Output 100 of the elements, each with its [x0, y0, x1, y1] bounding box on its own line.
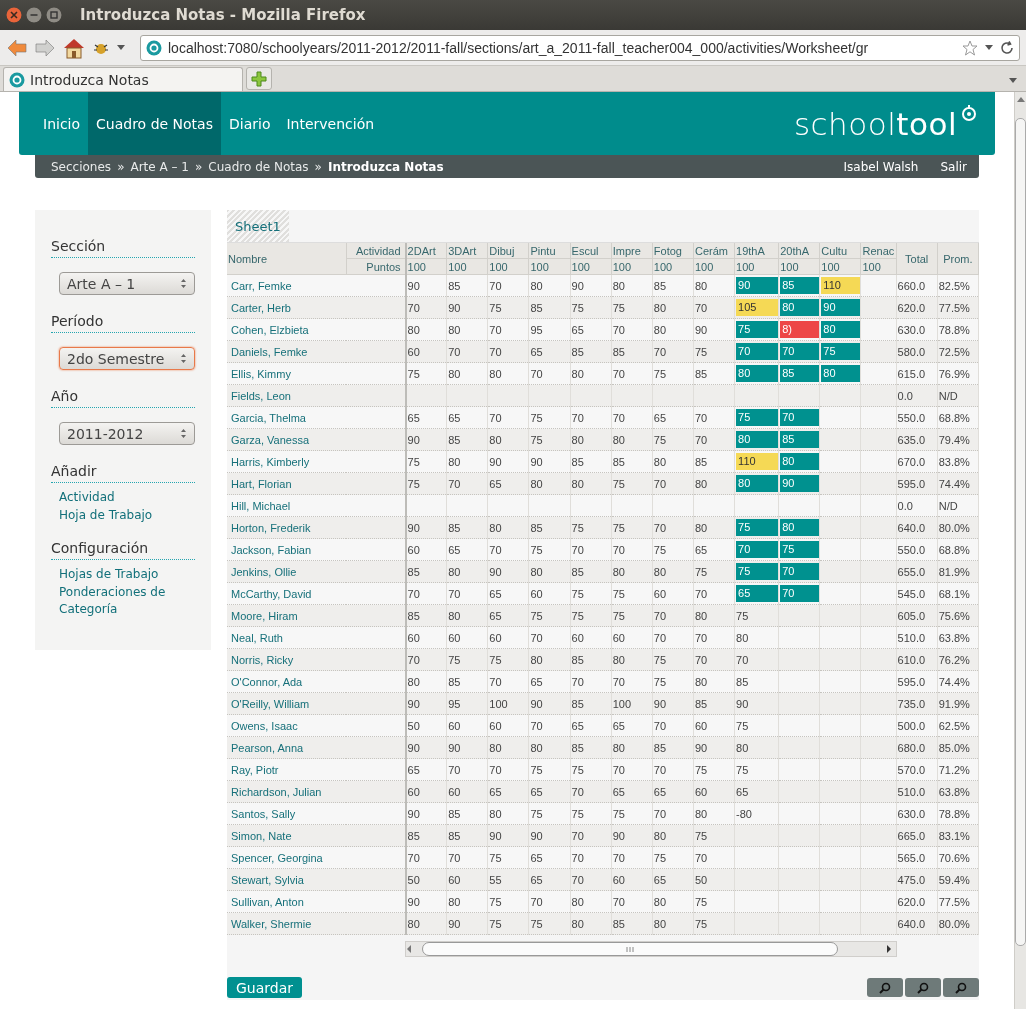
star-icon[interactable]: [962, 39, 978, 56]
grade-input[interactable]: 85: [780, 365, 821, 382]
student-name[interactable]: Cohen, Elzbieta: [227, 318, 406, 341]
student-name[interactable]: O'Reilly, William: [227, 692, 406, 715]
maximize-icon[interactable]: [46, 7, 62, 23]
student-name[interactable]: Jackson, Fabian: [227, 538, 406, 561]
grade-input[interactable]: 70: [736, 541, 780, 558]
activity-header[interactable]: Renac: [860, 243, 897, 259]
student-name[interactable]: Richardson, Julian: [227, 780, 406, 803]
left-arrow-icon[interactable]: [406, 945, 412, 953]
grade-input[interactable]: 80: [780, 299, 821, 316]
student-name[interactable]: Norris, Ricky: [227, 648, 406, 671]
activity-header[interactable]: Cerám: [693, 243, 735, 259]
grade-input[interactable]: 85: [780, 277, 821, 294]
zoom-button[interactable]: [905, 978, 941, 997]
student-name[interactable]: Garcia, Thelma: [227, 406, 406, 429]
dropdown[interactable]: Arte A – 1: [59, 272, 195, 295]
activity-header[interactable]: Cultu: [819, 243, 861, 259]
breadcrumb-link[interactable]: Secciones: [51, 159, 112, 174]
grade-input[interactable]: 75: [736, 519, 780, 536]
student-name[interactable]: Ellis, Kimmy: [227, 362, 406, 385]
activity-header[interactable]: 19thA: [734, 243, 779, 259]
vertical-scrollbar[interactable]: [1014, 92, 1026, 1009]
grade-input[interactable]: 110: [821, 277, 862, 294]
sidebar-link[interactable]: Ponderaciones de Categoría: [59, 584, 195, 618]
activity-header[interactable]: Fotog: [652, 243, 694, 259]
user-name[interactable]: Isabel Walsh: [843, 159, 919, 174]
grade-input[interactable]: 80: [780, 519, 821, 536]
grade-input[interactable]: 80: [821, 365, 862, 382]
student-name[interactable]: Hill, Michael: [227, 494, 406, 517]
grade-input[interactable]: 90: [821, 299, 862, 316]
student-name[interactable]: Harris, Kimberly: [227, 450, 406, 473]
caret-icon[interactable]: [116, 43, 126, 52]
student-name[interactable]: Pearson, Anna: [227, 736, 406, 759]
grade-input[interactable]: 70: [780, 563, 821, 580]
minimize-icon[interactable]: [26, 7, 42, 23]
student-name[interactable]: Carter, Herb: [227, 296, 406, 319]
grade-input[interactable]: 70: [780, 343, 821, 360]
activity-header[interactable]: 20thA: [778, 243, 820, 259]
grade-input[interactable]: 75: [821, 343, 862, 360]
grade-input[interactable]: 75: [780, 541, 821, 558]
dropdown[interactable]: 2do Semestre: [59, 347, 195, 370]
student-name[interactable]: Spencer, Georgina: [227, 846, 406, 869]
student-name[interactable]: Neal, Ruth: [227, 626, 406, 649]
grade-input[interactable]: 75: [736, 321, 780, 338]
student-name[interactable]: Horton, Frederik: [227, 516, 406, 539]
activity-header[interactable]: 3DArt: [446, 243, 488, 259]
student-name[interactable]: Moore, Hiram: [227, 604, 406, 627]
sheet-tab[interactable]: Sheet1: [227, 210, 289, 242]
student-name[interactable]: Stewart, Sylvia: [227, 868, 406, 891]
up-arrow-icon[interactable]: [1016, 96, 1025, 102]
save-button[interactable]: Guardar: [227, 977, 303, 998]
nav-item[interactable]: Cuadro de Notas: [88, 92, 221, 155]
student-name[interactable]: Garza, Vanessa: [227, 428, 406, 451]
activity-header[interactable]: Escul: [570, 243, 612, 259]
activity-header[interactable]: 2DArt: [405, 243, 447, 259]
caret-icon[interactable]: [984, 43, 994, 52]
grade-input[interactable]: 90: [780, 475, 821, 492]
nav-item[interactable]: Inicio: [35, 92, 89, 155]
reload-icon[interactable]: [1000, 40, 1014, 55]
grade-input[interactable]: 70: [780, 585, 821, 602]
back-arrow-icon[interactable]: [6, 37, 28, 58]
zoom-button[interactable]: [943, 978, 979, 997]
nav-item[interactable]: Intervención: [278, 92, 383, 155]
new-tab-button[interactable]: [246, 67, 272, 90]
breadcrumb-link[interactable]: Cuadro de Notas: [208, 159, 309, 174]
logout-link[interactable]: Salir: [940, 159, 967, 174]
grade-input[interactable]: 65: [736, 585, 780, 602]
grade-input[interactable]: 75: [736, 409, 780, 426]
student-name[interactable]: Jenkins, Ollie: [227, 560, 406, 583]
grade-input[interactable]: 80: [736, 475, 780, 492]
grade-input[interactable]: 110: [736, 453, 780, 470]
close-icon[interactable]: [6, 7, 22, 23]
breadcrumb-link[interactable]: Arte A – 1: [130, 159, 189, 174]
nav-item[interactable]: Diario: [221, 92, 279, 155]
sidebar-link[interactable]: Hoja de Trabajo: [59, 507, 195, 524]
dropdown[interactable]: 2011-2012: [59, 422, 195, 445]
grade-input[interactable]: 80: [780, 453, 821, 470]
grade-input[interactable]: 70: [736, 343, 780, 360]
address-bar[interactable]: localhost:7080/schoolyears/2011-2012/2011-fall/sections/art_a_2011-fall_teacher004_000/activities/Worksheet/gr: [140, 34, 1020, 61]
grade-input[interactable]: 75: [736, 563, 780, 580]
horizontal-scrollbar[interactable]: [405, 941, 897, 957]
zoom-button[interactable]: [867, 978, 903, 997]
right-arrow-icon[interactable]: [886, 945, 892, 953]
student-name[interactable]: Hart, Florian: [227, 472, 406, 495]
student-name[interactable]: Sullivan, Anton: [227, 890, 406, 913]
grade-input[interactable]: 70: [780, 409, 821, 426]
activity-header[interactable]: Dibuj: [487, 243, 529, 259]
student-name[interactable]: Fields, Leon: [227, 384, 406, 407]
grade-input[interactable]: 80: [821, 321, 862, 338]
student-name[interactable]: Simon, Nate: [227, 824, 406, 847]
browser-tab[interactable]: Introduzca Notas: [3, 67, 243, 91]
activity-header[interactable]: Impre: [611, 243, 653, 259]
grade-input[interactable]: 105: [736, 299, 780, 316]
grade-input[interactable]: 85: [780, 431, 821, 448]
sidebar-link[interactable]: Actividad: [59, 489, 195, 506]
activity-header[interactable]: Pintu: [528, 243, 571, 259]
student-name[interactable]: McCarthy, David: [227, 582, 406, 605]
logo[interactable]: schooltool: [793, 105, 957, 142]
caret-icon[interactable]: [1008, 77, 1018, 85]
